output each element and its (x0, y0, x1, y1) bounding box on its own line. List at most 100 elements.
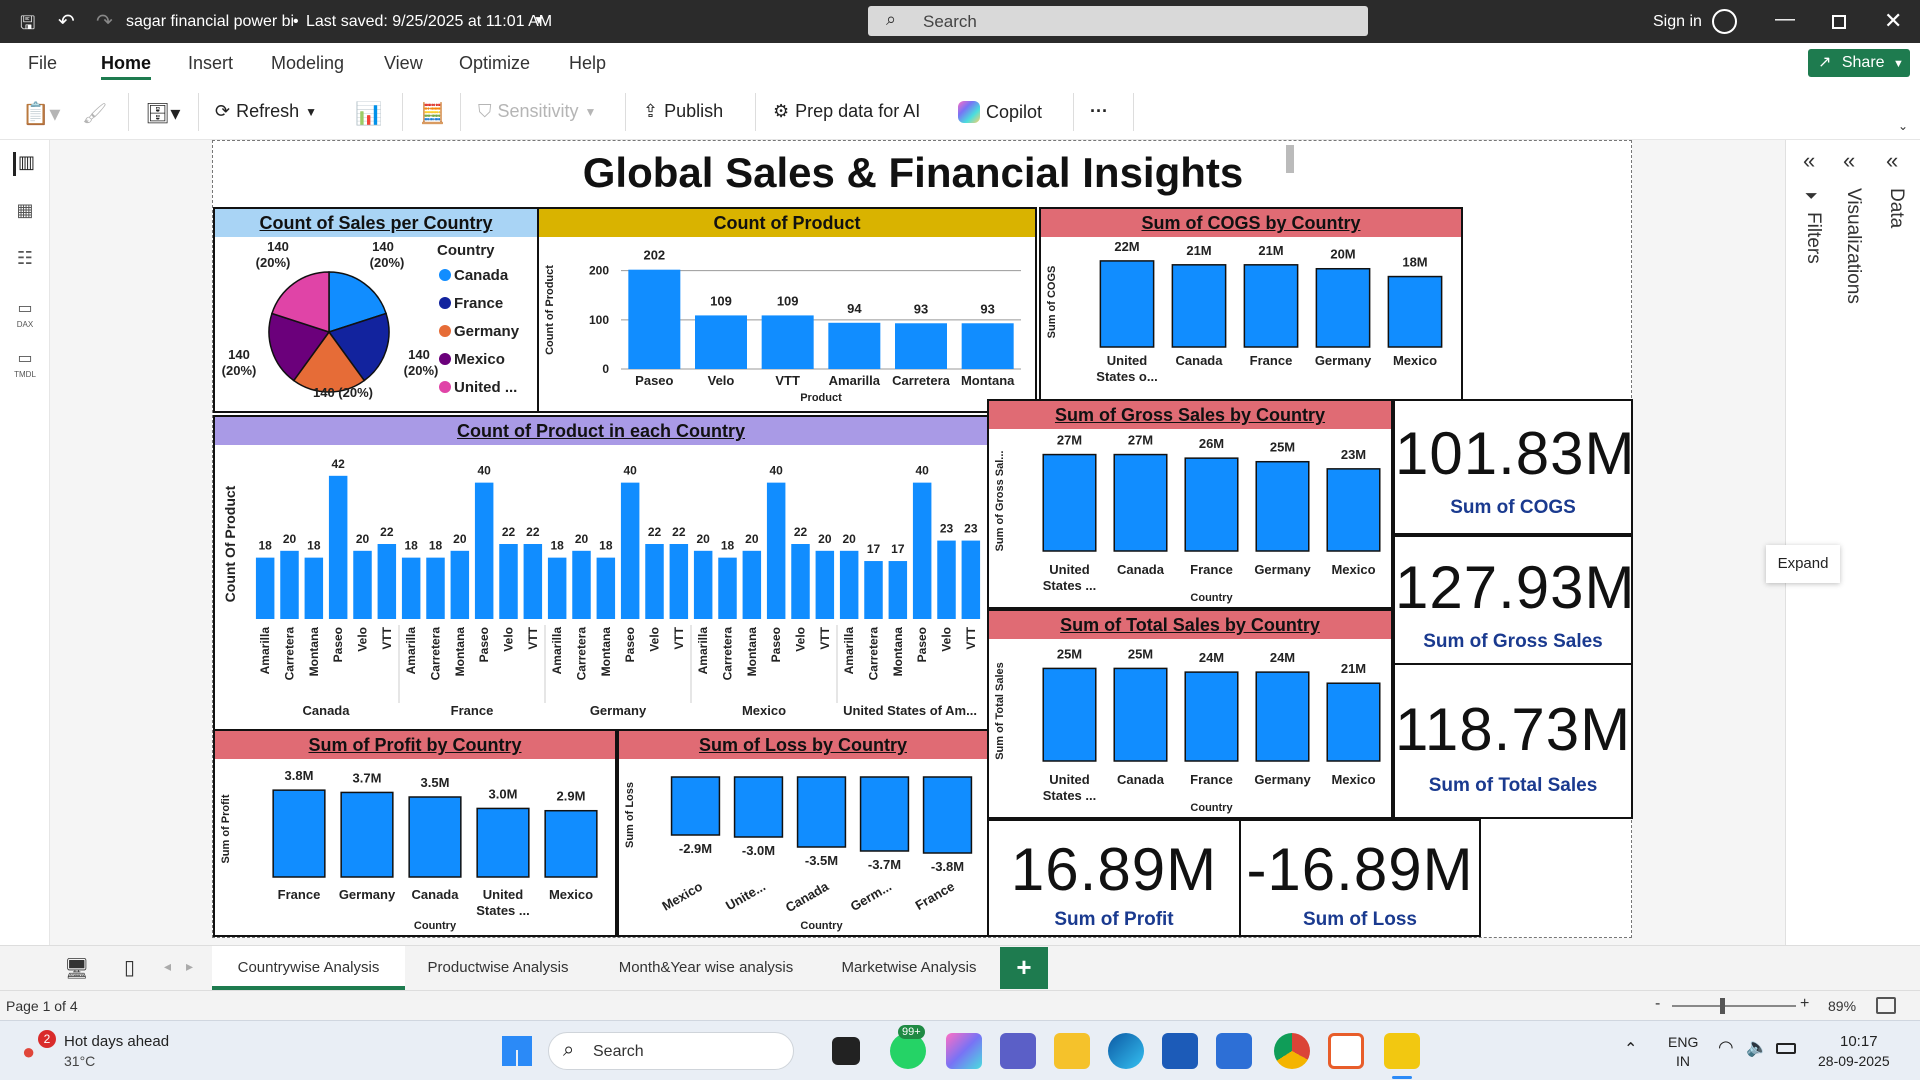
bar[interactable] (620, 482, 640, 619)
zoom-slider-thumb[interactable] (1720, 998, 1725, 1014)
kpi-profit-card[interactable]: 16.89M Sum of Profit (987, 819, 1241, 937)
chevron-down-icon[interactable]: ⌄ (1898, 119, 1908, 133)
bar[interactable] (1255, 460, 1310, 552)
page-tab-monthyear[interactable]: Month&Year wise analysis (592, 946, 820, 990)
pie-chart-tile[interactable]: Count of Sales per Country 140 (20%) 140 (2… (213, 207, 539, 413)
battery-icon[interactable] (1776, 1043, 1796, 1054)
refresh-button[interactable]: ⟳ Refresh ▼ (215, 101, 317, 122)
desktop-layout-icon[interactable]: 🖥 (64, 956, 89, 981)
country-product-tile[interactable]: Count of Product in each Country Count O… (213, 415, 989, 731)
bar[interactable] (544, 809, 598, 878)
bar[interactable] (499, 544, 518, 619)
data-source-icon[interactable]: 🗄▾ (145, 101, 180, 126)
bar[interactable] (1042, 667, 1097, 762)
prep-data-button[interactable]: ⚙ Prep data for AI (773, 101, 920, 122)
bar[interactable] (340, 791, 394, 878)
bar[interactable] (718, 557, 737, 619)
zoom-out-button[interactable]: - (1655, 995, 1660, 1013)
bar[interactable] (304, 557, 324, 619)
bar[interactable] (1326, 682, 1381, 762)
bar[interactable] (937, 540, 956, 619)
bar[interactable] (888, 561, 908, 619)
volume-icon[interactable]: 🔈 (1746, 1037, 1768, 1058)
bar[interactable] (895, 323, 947, 369)
bar[interactable] (912, 482, 932, 619)
tab-insert[interactable]: Insert (188, 53, 233, 74)
bar[interactable] (1171, 264, 1227, 348)
bar[interactable] (1387, 275, 1443, 348)
teams-icon[interactable] (1000, 1033, 1036, 1069)
format-painter-icon[interactable]: 🖌 (82, 101, 107, 126)
collapse-visualizations-icon[interactable]: « (1843, 148, 1855, 174)
bar[interactable] (353, 550, 372, 619)
file-explorer-icon[interactable] (1054, 1033, 1090, 1069)
bar[interactable] (922, 776, 973, 854)
bar[interactable] (476, 807, 530, 878)
wifi-icon[interactable]: ◠ (1718, 1037, 1734, 1058)
publish-button[interactable]: ⇪ Publish (643, 101, 723, 122)
add-page-button[interactable]: + (1000, 947, 1048, 989)
tab-optimize[interactable]: Optimize (459, 53, 530, 74)
page-tab-marketwise[interactable]: Marketwise Analysis (822, 946, 996, 990)
bar[interactable] (766, 482, 786, 619)
bar[interactable] (328, 475, 348, 619)
calculator-icon[interactable]: 🧮 (420, 101, 445, 126)
zoom-in-button[interactable]: + (1800, 995, 1809, 1013)
collapse-data-icon[interactable]: « (1886, 148, 1898, 174)
bar[interactable] (401, 557, 421, 619)
tab-file[interactable]: File (28, 53, 57, 74)
bar[interactable] (1315, 267, 1371, 348)
mobile-layout-icon[interactable]: ▯ (124, 955, 135, 980)
app-icon[interactable] (1216, 1033, 1252, 1069)
bar[interactable] (377, 544, 397, 619)
minimize-icon[interactable]: — (1775, 8, 1795, 31)
bar[interactable] (645, 544, 664, 619)
bar[interactable] (272, 789, 326, 878)
task-view-icon[interactable] (832, 1037, 860, 1065)
chrome-icon[interactable] (1274, 1033, 1310, 1069)
bar[interactable] (839, 550, 859, 619)
close-icon[interactable]: ✕ (1884, 8, 1902, 34)
tab-home[interactable]: Home (101, 53, 151, 74)
bar[interactable] (733, 776, 784, 838)
bar[interactable] (742, 550, 762, 619)
undo-icon[interactable]: ↶ (58, 9, 75, 34)
windows-start-icon[interactable] (502, 1036, 532, 1066)
more-options-button[interactable]: ··· (1090, 101, 1108, 122)
kpi-total-card[interactable]: 118.73M Sum of Total Sales (1393, 663, 1633, 819)
data-pane-label[interactable]: Data (1885, 188, 1907, 228)
scroll-handle[interactable] (1286, 145, 1294, 173)
chevron-down-icon[interactable]: ▼ (533, 13, 545, 27)
avatar-icon[interactable] (1712, 9, 1737, 34)
search-box[interactable]: ⌕ Search (868, 6, 1368, 36)
zoom-level[interactable]: 89% (1828, 998, 1856, 1014)
weather-icon[interactable]: ● (22, 1039, 35, 1065)
dax-view-icon[interactable]: ▭ DAX (13, 298, 37, 329)
tab-view[interactable]: View (384, 53, 423, 74)
clock-time[interactable]: 10:17 (1840, 1033, 1878, 1050)
bar[interactable] (474, 482, 494, 619)
total-sales-chart[interactable]: Sum of Total Sales 25M UnitedStates ... 25M… (989, 639, 1391, 817)
new-visual-icon[interactable]: 📊 (355, 101, 382, 127)
bar[interactable] (1099, 260, 1155, 348)
bar[interactable] (408, 796, 462, 878)
zoom-slider-track[interactable] (1672, 1005, 1796, 1007)
tab-help[interactable]: Help (569, 53, 606, 74)
bar[interactable] (280, 550, 299, 619)
bar[interactable] (426, 557, 445, 619)
cogs-chart[interactable]: Sum of COGS 22M UnitedStates o... 21M Canada… (1041, 237, 1461, 399)
chevron-up-icon[interactable]: ⌃ (1624, 1039, 1637, 1059)
bar[interactable] (815, 550, 835, 619)
bar[interactable] (864, 561, 883, 619)
bar[interactable] (1184, 457, 1239, 552)
copilot-button[interactable]: Copilot (958, 101, 1042, 123)
bar[interactable] (523, 544, 543, 619)
bar[interactable] (596, 557, 616, 619)
bar[interactable] (961, 540, 981, 619)
cogs-chart-tile[interactable]: Sum of COGS by Country Sum of COGS 22M Uni… (1039, 207, 1463, 401)
kpi-gross-card[interactable]: 127.93M Sum of Gross Sales (1393, 535, 1635, 665)
bar[interactable] (1113, 453, 1168, 552)
profit-chart[interactable]: Sum of Profit 3.8M France 3.7M Germany 3.5M Ca… (215, 759, 615, 935)
collapse-filters-icon[interactable]: « (1803, 148, 1815, 174)
last-saved[interactable]: Last saved: 9/25/2025 at 11:01 AM (306, 13, 552, 31)
